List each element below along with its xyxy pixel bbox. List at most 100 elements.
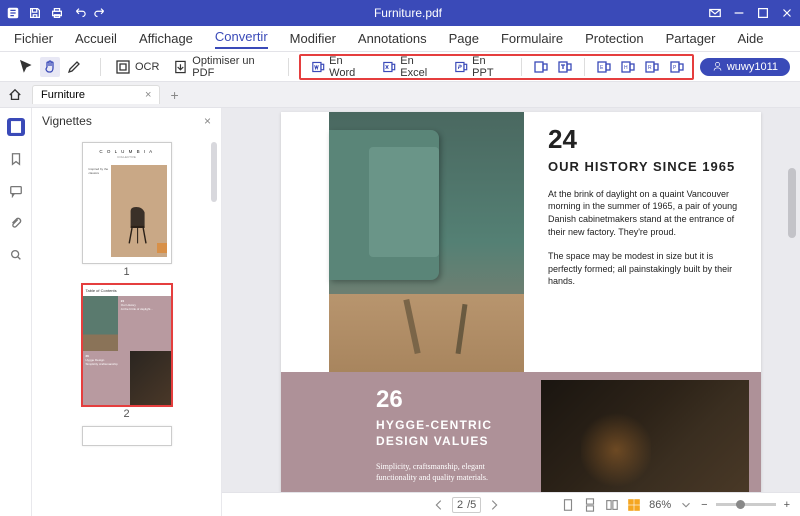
- home-icon[interactable]: [8, 88, 22, 102]
- to-excel-button[interactable]: En Excel: [378, 53, 444, 81]
- svg-text:H: H: [624, 65, 628, 71]
- menu-page[interactable]: Page: [449, 31, 479, 46]
- new-tab-button[interactable]: +: [170, 87, 178, 103]
- main-area: Vignettes × C O L U M B I A COLLECTIVE I…: [0, 108, 800, 516]
- menu-fichier[interactable]: Fichier: [14, 31, 53, 46]
- page-number-input[interactable]: 2 /5: [452, 497, 481, 513]
- rail-attachments[interactable]: [7, 214, 25, 232]
- section-heading-24: OUR HISTORY SINCE 1965: [548, 159, 743, 176]
- to-html-button[interactable]: H: [619, 57, 637, 77]
- rail-search[interactable]: [7, 246, 25, 264]
- menu-accueil[interactable]: Accueil: [75, 31, 117, 46]
- panel-close-icon[interactable]: ×: [204, 114, 211, 128]
- redo-icon[interactable]: [94, 6, 108, 20]
- th2-toc: Table of Contents: [83, 285, 171, 296]
- thumbnail-1[interactable]: C O L U M B I A COLLECTIVE Inspired by t…: [82, 142, 172, 278]
- title-bar: Furniture.pdf: [0, 0, 800, 26]
- menu-bar: Fichier Accueil Affichage Convertir Modi…: [0, 26, 800, 52]
- ocr-label: OCR: [135, 61, 159, 73]
- to-pdfa-button[interactable]: P: [668, 57, 686, 77]
- menu-affichage[interactable]: Affichage: [139, 31, 193, 46]
- mail-icon[interactable]: [708, 6, 722, 20]
- side-rail: [0, 108, 32, 516]
- zoom-out-icon[interactable]: −: [701, 499, 707, 511]
- to-word-button[interactable]: En Word: [307, 53, 372, 81]
- page-prev-icon[interactable]: [432, 498, 446, 512]
- menu-protection[interactable]: Protection: [585, 31, 644, 46]
- rail-thumbnails[interactable]: [7, 118, 25, 136]
- edit-tool[interactable]: [64, 57, 84, 77]
- page-2: 24 OUR HISTORY SINCE 1965 At the brink o…: [281, 112, 761, 492]
- view-single-icon[interactable]: [561, 498, 575, 512]
- user-name: wuwy1011: [727, 61, 778, 73]
- sofa-image: [329, 112, 524, 372]
- menu-formulaire[interactable]: Formulaire: [501, 31, 563, 46]
- svg-text:R: R: [648, 65, 652, 71]
- menu-annotations[interactable]: Annotations: [358, 31, 427, 46]
- zoom-dropdown-icon[interactable]: [679, 498, 693, 512]
- menu-partager[interactable]: Partager: [666, 31, 716, 46]
- hand-tool[interactable]: [40, 57, 60, 77]
- th2-26: 26: [86, 354, 89, 358]
- document-viewer: 24 OUR HISTORY SINCE 1965 At the brink o…: [222, 108, 800, 516]
- lamp-image: [541, 380, 749, 492]
- tab-close-icon[interactable]: ×: [145, 89, 151, 101]
- user-account-button[interactable]: wuwy1011: [700, 58, 790, 76]
- to-ppt-button[interactable]: En PPT: [450, 53, 511, 81]
- to-text-button[interactable]: [556, 57, 574, 77]
- page-next-icon[interactable]: [487, 498, 501, 512]
- print-icon[interactable]: [50, 6, 64, 20]
- zoom-slider[interactable]: [716, 503, 776, 506]
- zoom-in-icon[interactable]: +: [784, 499, 790, 511]
- thumbnail-3[interactable]: [82, 426, 172, 446]
- view-two-page-icon[interactable]: [605, 498, 619, 512]
- section-24-p2: The space may be modest in size but it i…: [548, 250, 743, 288]
- current-page: 2: [457, 499, 463, 511]
- toolbar: OCR Optimiser un PDF En Word En Excel En…: [0, 52, 800, 82]
- thumb-1-number: 1: [82, 266, 172, 278]
- document-scroll-area[interactable]: 24 OUR HISTORY SINCE 1965 At the brink o…: [222, 108, 800, 492]
- window-title: Furniture.pdf: [108, 6, 708, 20]
- maximize-icon[interactable]: [756, 6, 770, 20]
- thumbnail-panel: Vignettes × C O L U M B I A COLLECTIVE I…: [32, 108, 222, 516]
- optimize-label: Optimiser un PDF: [192, 55, 273, 79]
- ocr-button[interactable]: OCR: [111, 57, 163, 77]
- optimize-button[interactable]: Optimiser un PDF: [169, 53, 277, 81]
- user-icon: [712, 61, 723, 72]
- to-excel-label: En Excel: [400, 55, 439, 79]
- to-rtf-button[interactable]: R: [643, 57, 661, 77]
- total-pages: /5: [467, 499, 476, 511]
- view-continuous-icon[interactable]: [583, 498, 597, 512]
- to-image-button[interactable]: [531, 57, 549, 77]
- app-logo-icon: [6, 6, 20, 20]
- zoom-value: 86%: [649, 499, 671, 511]
- to-ppt-label: En PPT: [472, 55, 506, 79]
- tab-furniture[interactable]: Furniture ×: [32, 85, 160, 104]
- thumbnail-list: C O L U M B I A COLLECTIVE Inspired by t…: [32, 134, 221, 516]
- rail-comments[interactable]: [7, 182, 25, 200]
- menu-modifier[interactable]: Modifier: [290, 31, 336, 46]
- close-icon[interactable]: [780, 6, 794, 20]
- to-epub-button[interactable]: E: [595, 57, 613, 77]
- thumbnail-scrollbar[interactable]: [211, 142, 217, 202]
- undo-icon[interactable]: [72, 6, 86, 20]
- section-number-24: 24: [548, 124, 743, 155]
- menu-aide[interactable]: Aide: [738, 31, 764, 46]
- vertical-scrollbar[interactable]: [788, 168, 796, 238]
- section-heading-26: HYGGE-CENTRIC DESIGN VALUES: [376, 418, 511, 449]
- panel-title: Vignettes: [42, 114, 92, 128]
- svg-text:E: E: [600, 65, 604, 71]
- menu-convertir[interactable]: Convertir: [215, 29, 268, 49]
- th1-brand: C O L U M B I A: [87, 149, 167, 154]
- rail-bookmarks[interactable]: [7, 150, 25, 168]
- view-grid-icon[interactable]: [627, 498, 641, 512]
- thumb-2-number: 2: [82, 408, 172, 420]
- divider: [584, 58, 585, 76]
- th1-sub: COLLECTIVE: [87, 155, 167, 159]
- th2-24: 24: [121, 299, 124, 303]
- minimize-icon[interactable]: [732, 6, 746, 20]
- tab-label: Furniture: [41, 89, 85, 101]
- select-tool[interactable]: [16, 57, 36, 77]
- thumbnail-2[interactable]: Table of Contents 24Our HistoryAt the br…: [82, 284, 172, 420]
- save-icon[interactable]: [28, 6, 42, 20]
